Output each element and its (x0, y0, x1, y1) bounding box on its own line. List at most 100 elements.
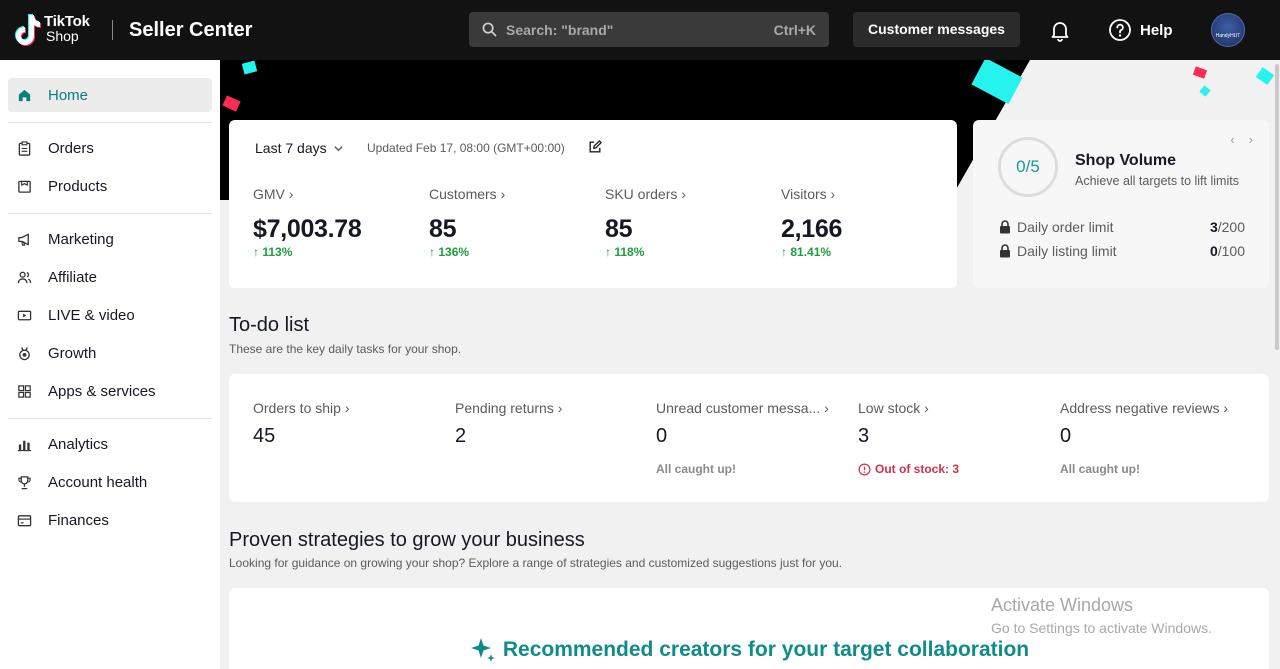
metric-gmv[interactable]: GMV › $7,003.78 ↑ 113% (253, 186, 413, 259)
sidebar-item-label: Growth (48, 344, 97, 362)
people-icon (16, 269, 32, 285)
strategies-subtitle: Looking for guidance on growing your sho… (229, 556, 843, 570)
sidebar-divider (8, 213, 212, 214)
todo-label: Address negative reviews (1060, 400, 1220, 416)
limit-max: /200 (1217, 219, 1245, 235)
shop-volume-card[interactable]: ‹ › 0/5 Shop Volume Achieve all targets … (973, 120, 1269, 288)
sidebar-divider (8, 418, 212, 419)
box-icon (16, 178, 32, 194)
todo-pending-returns[interactable]: Pending returns › 2 (455, 400, 645, 448)
chevron-right-icon: › (681, 186, 686, 202)
metric-visitors[interactable]: Visitors › 2,166 ↑ 81.41% (781, 186, 941, 259)
bar-chart-icon (16, 436, 32, 452)
strategies-title: Proven strategies to grow your business (229, 529, 585, 551)
metric-customers[interactable]: Customers › 85 ↑ 136% (429, 186, 589, 259)
lock-icon (1000, 220, 1010, 234)
todo-orders-to-ship[interactable]: Orders to ship › 45 (253, 400, 443, 448)
sidebar-item-label: Analytics (48, 435, 109, 453)
sidebar-item-orders[interactable]: Orders (8, 131, 212, 165)
megaphone-icon (16, 231, 32, 247)
sidebar-item-marketing[interactable]: Marketing (8, 222, 212, 256)
sidebar-item-label: Products (48, 177, 108, 195)
metric-label: Customers (429, 186, 497, 202)
chevron-right-icon: › (288, 186, 294, 202)
chevron-right-icon: › (557, 400, 563, 416)
metric-label: GMV (253, 186, 285, 202)
arrow-up-icon: ↑ (429, 245, 435, 259)
limit-max: /100 (1217, 243, 1245, 259)
sidebar-item-live-video[interactable]: LIVE & video (8, 298, 212, 332)
todo-low-stock[interactable]: Low stock › 3 Out of stock: 3 (858, 400, 1048, 476)
sidebar-item-finances[interactable]: Finances (8, 503, 212, 537)
limit-label: Daily order limit (1017, 219, 1114, 235)
help-button[interactable]: Help (1108, 18, 1173, 42)
chevron-right-icon: › (824, 400, 829, 416)
metric-change: 136% (438, 245, 470, 259)
sidebar-item-label: LIVE & video (48, 306, 135, 324)
logo-sub-text: Shop (46, 28, 79, 44)
medal-icon (16, 345, 32, 361)
date-range-dropdown[interactable]: Last 7 days (255, 140, 344, 156)
home-icon (16, 87, 32, 103)
avatar[interactable]: HandyHUT (1211, 13, 1245, 47)
windows-activation-watermark: Activate Windows Go to Settings to activ… (991, 595, 1212, 636)
alert-circle-icon (858, 463, 871, 475)
edit-icon[interactable] (588, 140, 602, 159)
help-label: Help (1140, 21, 1173, 39)
chevron-right-icon[interactable]: › (1249, 132, 1253, 147)
todo-negative-reviews[interactable]: Address negative reviews › 0 All caught … (1060, 400, 1250, 476)
todo-label: Pending returns (455, 400, 554, 416)
header-divider (112, 20, 113, 40)
sidebar-item-label: Finances (48, 511, 109, 529)
page-scrollbar[interactable] (1275, 64, 1279, 350)
customer-messages-button[interactable]: Customer messages (853, 12, 1020, 47)
sidebar-item-home[interactable]: Home (8, 78, 212, 112)
metric-label: SKU orders (605, 186, 678, 202)
metric-sku-orders[interactable]: SKU orders › 85 ↑ 118% (605, 186, 765, 259)
chevron-left-icon[interactable]: ‹ (1230, 132, 1234, 147)
sidebar-item-apps-services[interactable]: Apps & services (8, 374, 212, 408)
trophy-icon (16, 474, 32, 490)
metrics-card: Last 7 days Updated Feb 17, 08:00 (GMT+0… (229, 120, 957, 288)
notifications-bell-icon[interactable] (1048, 18, 1072, 47)
updated-timestamp: Updated Feb 17, 08:00 (GMT+00:00) (367, 141, 565, 155)
todo-note: All caught up! (1060, 462, 1140, 476)
chevron-right-icon: › (924, 400, 929, 416)
todo-title: To-do list (229, 314, 310, 336)
limit-label: Daily listing limit (1017, 243, 1117, 259)
todo-card: Orders to ship › 45 Pending returns › 2 … (229, 374, 1269, 502)
shop-volume-title: Shop Volume (1075, 152, 1177, 169)
search-placeholder: Search: "brand" (506, 22, 614, 38)
arrow-up-icon: ↑ (253, 245, 259, 259)
sidebar-item-label: Account health (48, 473, 148, 491)
daily-order-limit: Daily order limit 3/200 (999, 219, 1245, 235)
search-icon (482, 22, 497, 37)
sidebar-item-label: Affiliate (48, 268, 97, 286)
progress-ring: 0/5 (998, 137, 1058, 197)
todo-unread-messages[interactable]: Unread customer messa... › 0 All caught … (656, 400, 846, 476)
sidebar-item-analytics[interactable]: Analytics (8, 427, 212, 461)
arrow-up-icon: ↑ (605, 245, 611, 259)
sidebar-item-affiliate[interactable]: Affiliate (8, 260, 212, 294)
tiktok-logo-icon (15, 14, 41, 46)
sidebar-item-account-health[interactable]: Account health (8, 465, 212, 499)
limit-current: 0 (1209, 243, 1218, 259)
sidebar: Home Orders Products Marketing Affiliate… (0, 60, 220, 669)
sidebar-item-products[interactable]: Products (8, 169, 212, 203)
todo-note: All caught up! (656, 462, 736, 476)
search-input[interactable]: Search: "brand" Ctrl+K (469, 12, 829, 47)
todo-value: 0 (1060, 425, 1072, 447)
sidebar-item-label: Marketing (48, 230, 114, 248)
app-title: Seller Center (129, 19, 253, 41)
metric-value: 85 (429, 215, 457, 243)
sidebar-divider (8, 122, 212, 123)
chevron-right-icon: › (344, 400, 350, 416)
watermark-line-1: Activate Windows (991, 595, 1134, 615)
metric-value: 2,166 (781, 215, 843, 243)
daily-listing-limit: Daily listing limit 0/100 (999, 243, 1245, 259)
limit-current: 3 (1209, 219, 1218, 235)
arrow-up-icon: ↑ (781, 245, 787, 259)
todo-value: 0 (656, 425, 668, 447)
sidebar-item-growth[interactable]: Growth (8, 336, 212, 370)
carousel-nav: ‹ › (1230, 132, 1253, 147)
